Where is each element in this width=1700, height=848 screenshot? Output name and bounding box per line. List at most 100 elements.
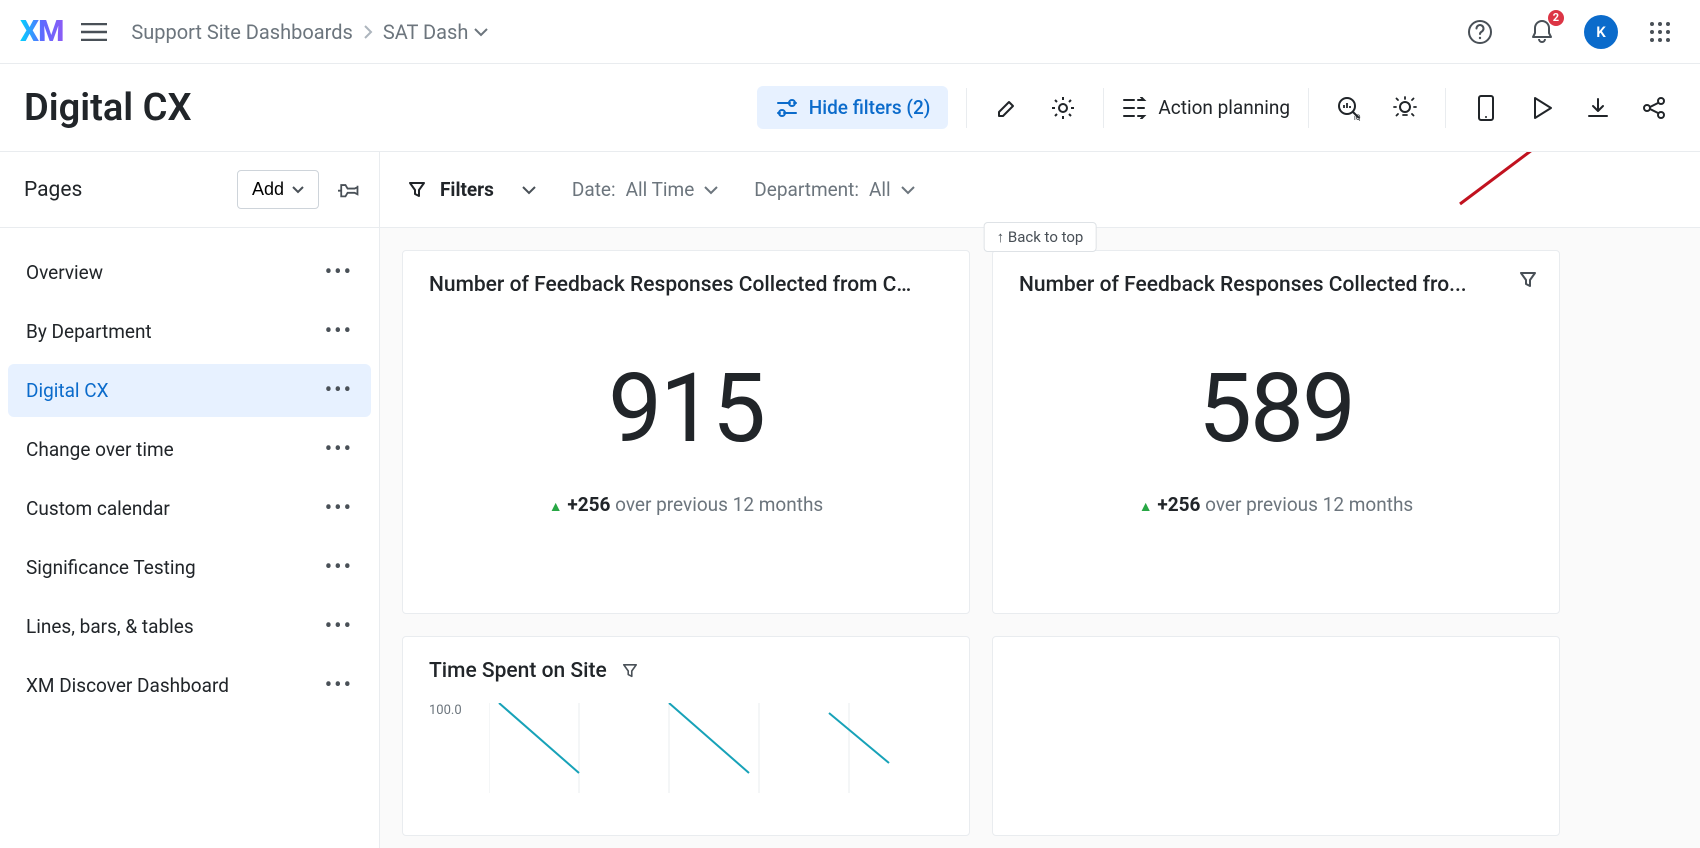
widget-title: Number of Feedback Responses Collected f…	[429, 273, 943, 297]
date-filter[interactable]: Date: All Time	[572, 178, 718, 201]
department-filter-label: Department:	[754, 178, 859, 201]
widget-delta: ▲ +256 over previous 12 months	[1019, 493, 1533, 516]
pin-icon[interactable]	[331, 172, 367, 208]
more-icon[interactable]: •••	[325, 319, 353, 344]
filters-dropdown[interactable]: Filters	[408, 178, 536, 201]
date-filter-value: All Time	[626, 178, 695, 201]
help-icon[interactable]	[1460, 12, 1500, 52]
more-icon[interactable]: •••	[325, 260, 353, 285]
apps-grid-icon[interactable]	[1640, 12, 1680, 52]
sidebar-item-label: Digital CX	[26, 379, 109, 402]
list-arrow-icon	[1122, 97, 1148, 119]
widget-title: Time Spent on Site	[429, 659, 943, 683]
widget-title: Number of Feedback Responses Collected f…	[1019, 273, 1533, 297]
more-icon[interactable]: •••	[325, 496, 353, 521]
share-icon[interactable]	[1632, 86, 1676, 130]
sidebar-item-label: Significance Testing	[26, 556, 196, 579]
back-to-top-button[interactable]: ↑ Back to top	[984, 222, 1097, 252]
widget-feedback-count-1: Number of Feedback Responses Collected f…	[402, 250, 970, 614]
play-icon[interactable]	[1520, 86, 1564, 130]
widget-value: 915	[429, 353, 943, 465]
more-icon[interactable]: •••	[325, 673, 353, 698]
more-icon[interactable]: •••	[325, 437, 353, 462]
page-header: Digital CX Hide filters (2) Action plann…	[0, 64, 1700, 152]
widget-delta: ▲ +256 over previous 12 months	[429, 493, 943, 516]
chevron-down-icon	[522, 185, 536, 195]
sidebar-item-by-department[interactable]: By Department •••	[8, 305, 371, 358]
divider	[1308, 88, 1309, 128]
department-filter-value: All	[869, 178, 891, 201]
widget-partial	[992, 636, 1560, 836]
breadcrumb-parent[interactable]: Support Site Dashboards	[131, 20, 352, 44]
hide-filters-label: Hide filters (2)	[809, 96, 931, 119]
sidebar-title: Pages	[24, 178, 225, 202]
notifications-icon[interactable]: 2	[1522, 12, 1562, 52]
mobile-icon[interactable]	[1464, 86, 1508, 130]
iq-analyze-icon[interactable]: iQ	[1327, 86, 1371, 130]
sidebar-item-label: Custom calendar	[26, 497, 170, 520]
add-page-button[interactable]: Add	[237, 170, 319, 209]
sidebar-item-label: Overview	[26, 261, 103, 284]
chevron-down-icon	[474, 27, 488, 37]
chevron-down-icon	[704, 185, 718, 195]
chevron-right-icon	[363, 25, 373, 39]
sidebar-item-digital-cx[interactable]: Digital CX •••	[8, 364, 371, 417]
sidebar-item-xm-discover-dashboard[interactable]: XM Discover Dashboard •••	[8, 659, 371, 712]
breadcrumb: Support Site Dashboards SAT Dash	[131, 20, 488, 44]
more-icon[interactable]: •••	[325, 614, 353, 639]
sidebar-item-change-over-time[interactable]: Change over time •••	[8, 423, 371, 476]
widget-title-text: Time Spent on Site	[429, 659, 607, 683]
sidebar-item-overview[interactable]: Overview •••	[8, 246, 371, 299]
delta-text: over previous 12 months	[1205, 493, 1413, 516]
widget-feedback-count-2: Number of Feedback Responses Collected f…	[992, 250, 1560, 614]
lightbulb-icon[interactable]	[1383, 86, 1427, 130]
svg-text:iQ: iQ	[1354, 114, 1361, 121]
content-area: Filters Date: All Time Department: All ↑…	[380, 152, 1700, 848]
divider	[1445, 88, 1446, 128]
page-title: Digital CX	[24, 86, 192, 130]
logo[interactable]: XM	[20, 14, 63, 49]
edit-icon[interactable]	[985, 86, 1029, 130]
sidebar-item-label: By Department	[26, 320, 152, 343]
up-arrow-icon: ▲	[549, 499, 563, 515]
top-nav: XM Support Site Dashboards SAT Dash 2 K	[0, 0, 1700, 64]
filter-icon[interactable]	[622, 663, 638, 679]
notification-badge: 2	[1548, 10, 1564, 26]
filter-bar: Filters Date: All Time Department: All	[380, 152, 1700, 228]
gear-icon[interactable]	[1041, 86, 1085, 130]
sidebar-item-custom-calendar[interactable]: Custom calendar •••	[8, 482, 371, 535]
download-icon[interactable]	[1576, 86, 1620, 130]
main: Pages Add Overview ••• By Department •••…	[0, 152, 1700, 848]
sidebar-item-label: Change over time	[26, 438, 174, 461]
sidebar-header: Pages Add	[0, 152, 379, 228]
delta-text: over previous 12 months	[615, 493, 823, 516]
more-icon[interactable]: •••	[325, 378, 353, 403]
sidebar-item-lines-bars-tables[interactable]: Lines, bars, & tables •••	[8, 600, 371, 653]
delta-value: +256	[1157, 493, 1200, 516]
sidebar-item-significance-testing[interactable]: Significance Testing •••	[8, 541, 371, 594]
hamburger-icon[interactable]	[81, 23, 107, 41]
sidebar-item-label: Lines, bars, & tables	[26, 615, 194, 638]
divider	[966, 88, 967, 128]
sidebar: Pages Add Overview ••• By Department •••…	[0, 152, 380, 848]
widget-filter-icon[interactable]	[1519, 271, 1537, 289]
date-filter-label: Date:	[572, 178, 616, 201]
y-axis-tick: 100.0	[429, 703, 462, 718]
divider	[1103, 88, 1104, 128]
action-planning-button[interactable]: Action planning	[1122, 96, 1290, 119]
more-icon[interactable]: •••	[325, 555, 353, 580]
department-filter[interactable]: Department: All	[754, 178, 914, 201]
filters-label: Filters	[440, 178, 494, 201]
avatar[interactable]: K	[1584, 15, 1618, 49]
sliders-icon	[775, 98, 799, 118]
add-page-label: Add	[252, 179, 284, 200]
widget-time-on-site: Time Spent on Site 100.0	[402, 636, 970, 836]
breadcrumb-current-label: SAT Dash	[383, 20, 469, 44]
sidebar-item-label: XM Discover Dashboard	[26, 674, 229, 697]
hide-filters-button[interactable]: Hide filters (2)	[757, 86, 949, 129]
breadcrumb-current-dropdown[interactable]: SAT Dash	[383, 20, 489, 44]
action-planning-label: Action planning	[1158, 96, 1290, 119]
chevron-down-icon	[292, 186, 304, 194]
delta-value: +256	[567, 493, 610, 516]
widget-value: 589	[1019, 353, 1533, 465]
